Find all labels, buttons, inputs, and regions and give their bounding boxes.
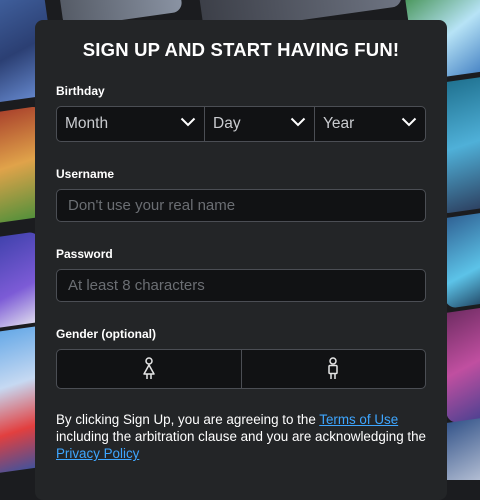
privacy-policy-link[interactable]: Privacy Policy xyxy=(56,446,139,461)
birthday-field: Month Day Year xyxy=(56,106,426,142)
day-select-value: Day xyxy=(213,115,241,132)
month-select-value: Month xyxy=(65,115,109,132)
birthday-label: Birthday xyxy=(56,84,105,98)
password-input[interactable] xyxy=(57,270,425,301)
terms-text-part: including the arbitration clause and you… xyxy=(56,429,426,444)
month-select[interactable]: Month xyxy=(57,107,204,141)
female-icon xyxy=(143,357,155,379)
day-select[interactable]: Day xyxy=(204,107,314,141)
chevron-down-icon xyxy=(401,117,417,127)
gender-label: Gender (optional) xyxy=(56,327,156,341)
chevron-down-icon xyxy=(180,117,196,127)
terms-of-use-link[interactable]: Terms of Use xyxy=(319,412,398,427)
year-select[interactable]: Year xyxy=(314,107,425,141)
password-label: Password xyxy=(56,247,113,261)
terms-text: By clicking Sign Up, you are agreeing to… xyxy=(56,411,428,462)
signup-title: SIGN UP AND START HAVING FUN! xyxy=(82,39,400,60)
gender-male-button[interactable] xyxy=(240,350,426,388)
gender-selector xyxy=(56,349,426,389)
username-field xyxy=(56,189,426,222)
terms-text-part: By clicking Sign Up, you are agreeing to… xyxy=(56,412,320,427)
gender-female-button[interactable] xyxy=(57,350,241,388)
male-icon xyxy=(328,357,338,379)
username-input[interactable] xyxy=(57,190,425,221)
password-field xyxy=(56,269,426,302)
signup-card: SIGN UP AND START HAVING FUN! Birthday M… xyxy=(35,20,447,500)
username-label: Username xyxy=(56,167,115,181)
year-select-value: Year xyxy=(323,115,355,132)
chevron-down-icon xyxy=(290,117,306,127)
